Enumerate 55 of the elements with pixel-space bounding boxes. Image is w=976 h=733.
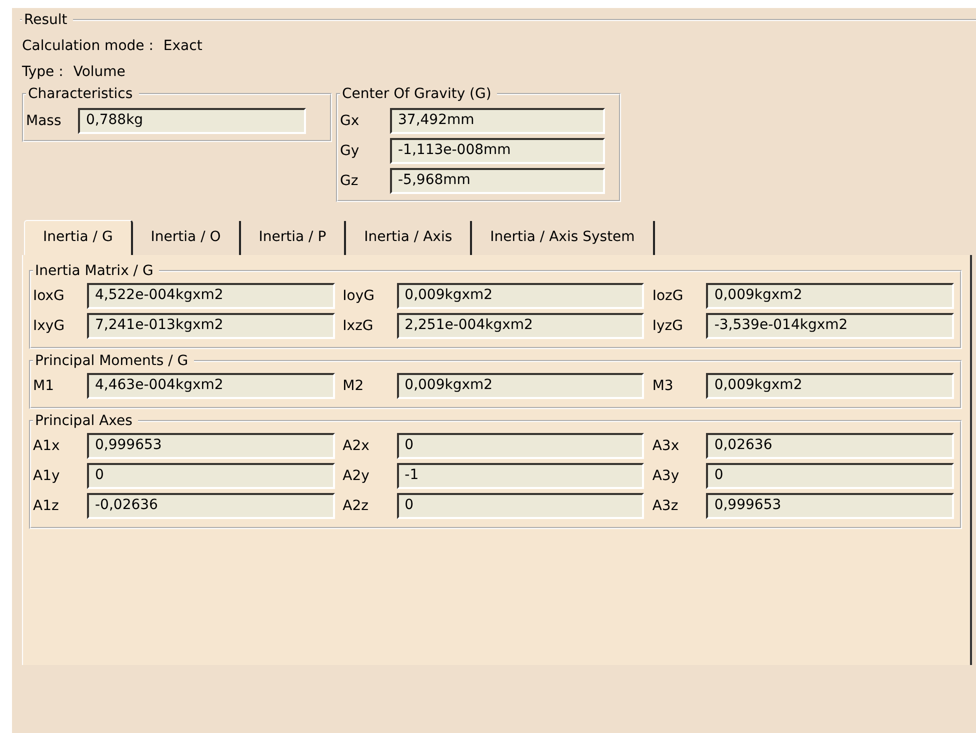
field-label: Gz — [340, 173, 360, 189]
field-label: IyzG — [652, 318, 684, 334]
field-value: Volume — [73, 64, 126, 80]
value-field[interactable]: -1 — [396, 463, 644, 489]
field-label: M1 — [33, 378, 55, 394]
value-field[interactable]: 4,522e-004kgxm2 — [87, 283, 335, 309]
value-field[interactable]: 4,463e-004kgxm2 — [87, 373, 335, 399]
field-label: Mass — [26, 113, 62, 129]
value-field[interactable]: -3,539e-014kgxm2 — [706, 313, 954, 339]
value-field[interactable]: 0 — [396, 433, 644, 459]
value-field[interactable]: 0,02636 — [706, 433, 954, 459]
field-label: IoxG — [33, 288, 66, 304]
field-label: IoyG — [342, 288, 376, 304]
field-label: Gy — [340, 143, 360, 159]
group-title: Result — [23, 12, 68, 28]
field-label: M3 — [652, 378, 674, 394]
value-field[interactable]: -5,968mm — [390, 168, 605, 194]
value-field[interactable]: 0,009kgxm2 — [706, 283, 954, 309]
field-label: Type : — [22, 64, 64, 80]
value-field[interactable]: -1,113e-008mm — [390, 138, 605, 164]
value-field[interactable]: 0,009kgxm2 — [706, 373, 954, 399]
field-label: IxyG — [33, 318, 66, 334]
field-label: A3x — [652, 438, 680, 454]
group-title: Characteristics — [27, 86, 134, 102]
field-label: Calculation mode : — [22, 38, 154, 54]
field-label: A2y — [342, 468, 370, 484]
field-label: M2 — [342, 378, 365, 394]
group-title: Principal Axes — [34, 413, 134, 429]
field-label: Gx — [340, 113, 360, 129]
group-title: Principal Moments / G — [34, 353, 190, 369]
value-field[interactable]: 0,009kgxm2 — [396, 373, 644, 399]
field-label: IozG — [652, 288, 684, 304]
value-field[interactable]: -0,02636 — [87, 493, 335, 519]
group-title: Center Of Gravity (G) — [341, 86, 492, 102]
value-field[interactable]: 0,788kg — [78, 108, 306, 134]
value-field[interactable]: 0,999653 — [706, 493, 954, 519]
field-label: A1z — [33, 498, 60, 514]
value-field[interactable]: 0 — [706, 463, 954, 489]
value-field[interactable]: 0,999653 — [87, 433, 335, 459]
field-label: A3y — [652, 468, 680, 484]
field-label: IxzG — [342, 318, 374, 334]
value-field[interactable]: 0,009kgxm2 — [396, 283, 644, 309]
value-field[interactable]: 2,251e-004kgxm2 — [396, 313, 644, 339]
field-label: A2x — [342, 438, 370, 454]
field-label: A2z — [342, 498, 370, 514]
field-label: A3z — [652, 498, 680, 514]
group-title: Inertia Matrix / G — [34, 263, 154, 279]
field-label: A1y — [33, 468, 61, 484]
field-value: Exact — [163, 38, 202, 54]
value-field[interactable]: 0 — [396, 493, 644, 519]
value-field[interactable]: 0 — [87, 463, 335, 489]
value-field[interactable]: 7,241e-013kgxm2 — [87, 313, 335, 339]
field-label: A1x — [33, 438, 61, 454]
value-field[interactable]: 37,492mm — [390, 108, 605, 134]
tab[interactable]: Inertia / G — [24, 220, 133, 255]
